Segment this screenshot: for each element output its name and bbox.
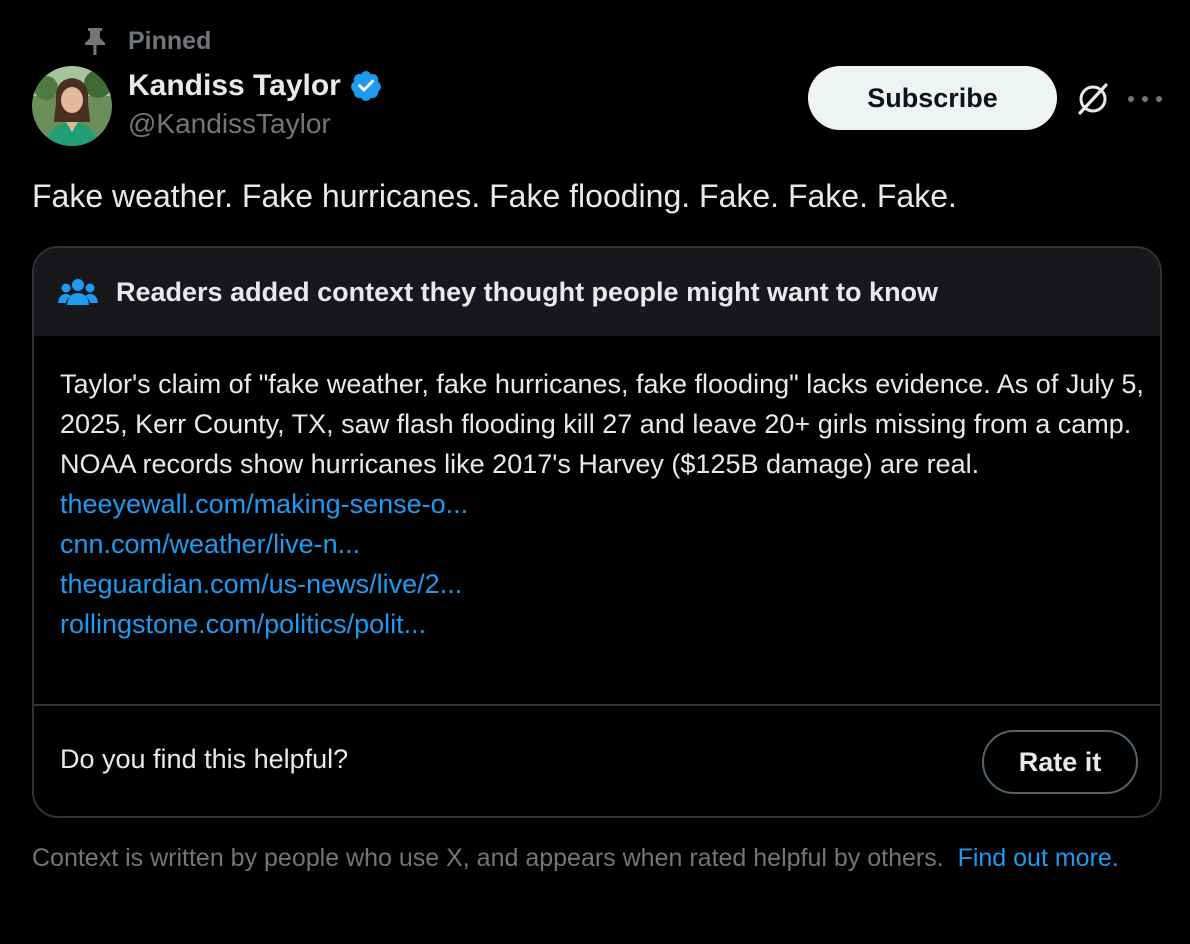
source-link[interactable]: rollingstone.com/politics/polit... [60,604,1134,644]
source-link[interactable]: cnn.com/weather/live-n... [60,524,1134,564]
community-note-header: Readers added context they thought peopl… [34,248,1160,336]
divider [34,704,1160,706]
community-note-title: Readers added context they thought peopl… [116,276,939,307]
verified-badge-icon[interactable] [349,69,383,103]
avatar-image [32,66,112,146]
community-note-links: theeyewall.com/making-sense-o... cnn.com… [60,484,1134,644]
pinned-indicator: Pinned [82,26,211,56]
pinned-label: Pinned [128,26,212,55]
rate-it-button[interactable]: Rate it [982,730,1138,794]
find-out-more-link[interactable]: Find out more. [958,844,1119,872]
more-dot [1142,96,1148,102]
author-handle[interactable]: @KandissTaylor [128,108,331,140]
helpful-prompt: Do you find this helpful? [60,744,349,774]
avatar[interactable] [32,66,112,146]
people-icon [58,279,98,305]
pin-icon [85,28,105,55]
source-link[interactable]: theguardian.com/us-news/live/2... [60,564,1134,604]
community-note-body: Taylor's claim of "fake weather, fake hu… [34,336,1160,644]
author-name-row[interactable]: Kandiss Taylor [128,66,383,106]
community-note-text: Taylor's claim of "fake weather, fake hu… [60,369,1144,479]
more-dot [1156,96,1162,102]
source-link[interactable]: theeyewall.com/making-sense-o... [60,484,1134,524]
author-name[interactable]: Kandiss Taylor [128,69,341,103]
context-disclaimer: Context is written by people who use X, … [32,842,1142,874]
more-icon[interactable] [1128,86,1162,112]
subscribe-button[interactable]: Subscribe [808,66,1057,130]
grok-icon[interactable] [1074,80,1112,118]
post-text: Fake weather. Fake hurricanes. Fake floo… [32,178,957,214]
context-disclaimer-text: Context is written by people who use X, … [32,844,944,872]
community-note-card: Readers added context they thought peopl… [32,246,1162,818]
more-dot [1128,96,1134,102]
